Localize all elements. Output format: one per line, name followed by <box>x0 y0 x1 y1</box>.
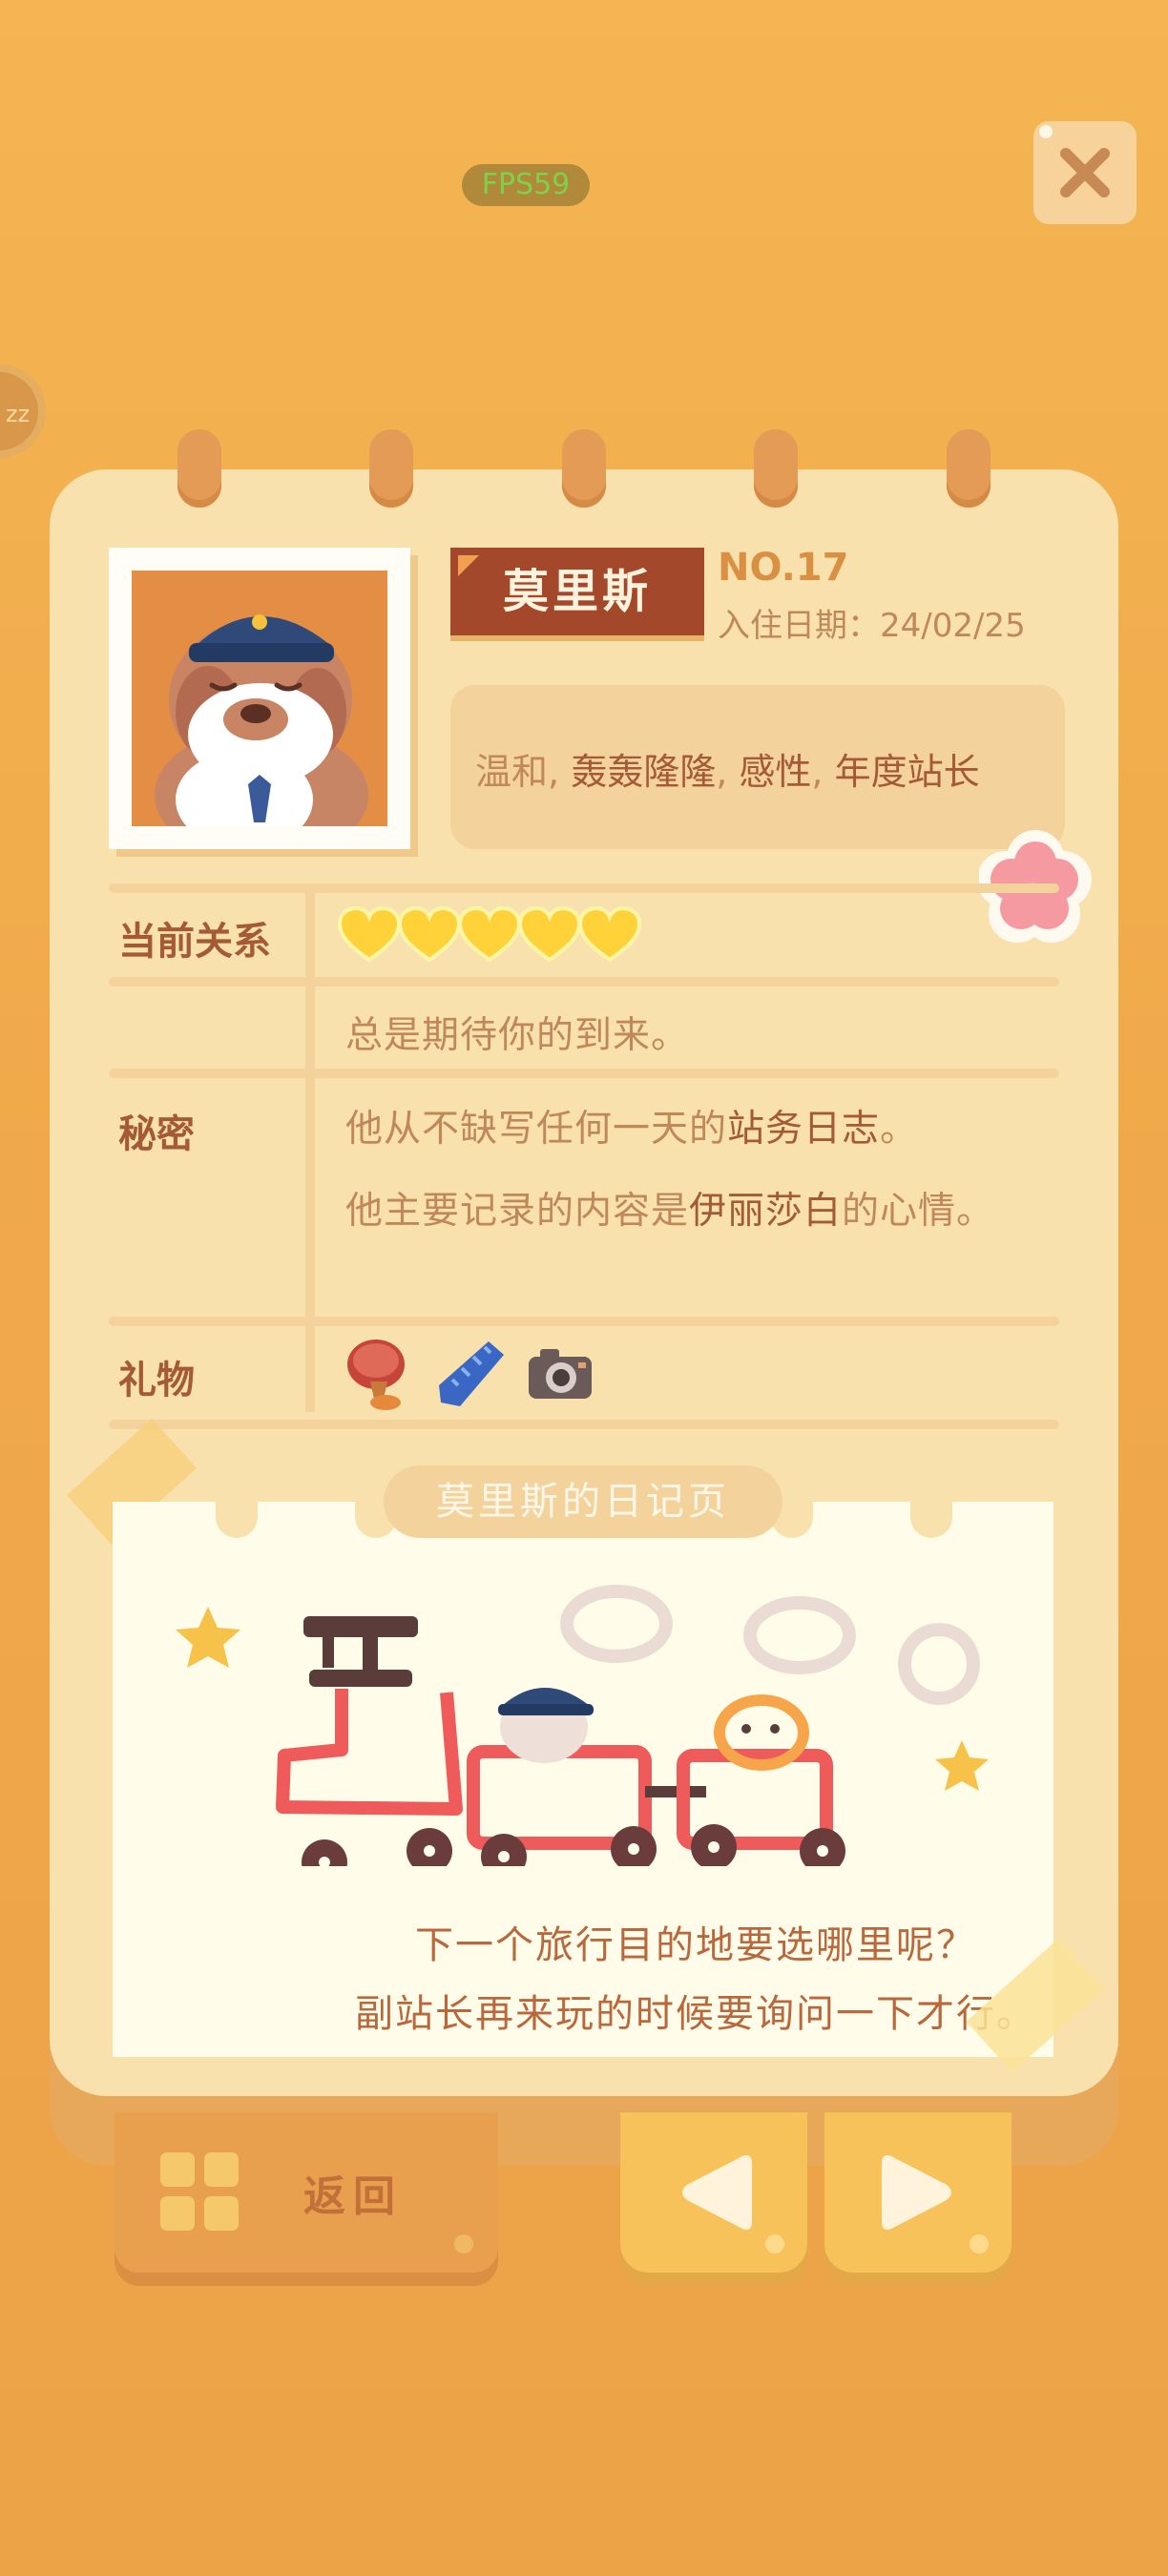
heart-icon <box>578 906 641 963</box>
character-portrait <box>109 548 410 849</box>
character-name: 莫里斯 <box>502 565 652 618</box>
train-drawing <box>176 1585 989 1866</box>
close-button[interactable] <box>1033 121 1137 224</box>
secret-label: 秘密 <box>118 1112 195 1156</box>
traits-box: 温和, 轰轰隆隆, 感性, 年度站长 <box>450 685 1065 849</box>
grid-menu-icon <box>160 2152 242 2234</box>
fps-counter: FPS59 <box>462 164 590 206</box>
back-button[interactable]: 返回 <box>115 2112 498 2273</box>
divider <box>109 1069 1059 1078</box>
heart-icon <box>518 906 581 963</box>
binder-ring <box>562 429 606 508</box>
secret-line-1: 他从不缺写任何一天的站务日志。 <box>345 1108 919 1151</box>
dog-stationmaster-portrait <box>155 614 368 826</box>
diary-notch <box>910 1490 952 1538</box>
necktie-icon[interactable] <box>433 1336 510 1412</box>
next-page-button[interactable] <box>824 2112 1012 2273</box>
back-button-label: 返回 <box>303 2172 403 2221</box>
arrow-left-icon <box>682 2155 752 2230</box>
diary-line-1: 下一个旅行目的地要选哪里呢？ <box>415 1923 976 1967</box>
character-number: NO.17 <box>718 546 849 590</box>
heart-icon <box>398 906 461 963</box>
divider <box>109 883 1059 893</box>
previous-page-button[interactable] <box>620 2112 807 2273</box>
move-in-date: 入住日期：24/02/25 <box>718 607 1026 645</box>
diary-page: 下一个旅行目的地要选哪里呢？ 副站长再来玩的时候要询问一下才行。 <box>113 1502 1053 2057</box>
heart-icon <box>338 906 401 963</box>
arrow-right-icon <box>882 2155 951 2230</box>
close-button-highlight <box>1039 125 1053 138</box>
sleep-badge-label: zz <box>6 401 31 427</box>
traits-text: 温和, 轰轰隆隆, 感性, 年度站长 <box>475 751 980 793</box>
relationship-status-text: 总是期待你的到来。 <box>345 1014 690 1057</box>
gifts-label: 礼物 <box>118 1359 195 1402</box>
binder-ring <box>177 429 221 508</box>
binder-ring <box>754 429 798 508</box>
divider <box>109 1317 1059 1326</box>
column-divider <box>305 893 315 1412</box>
camera-icon[interactable] <box>523 1336 599 1412</box>
secret-line-2: 他主要记录的内容是伊丽莎白的心情。 <box>345 1190 995 1233</box>
divider <box>109 1420 1059 1429</box>
side-sleep-badge[interactable]: zz <box>0 364 46 458</box>
character-name-tag: 莫里斯 <box>450 548 704 635</box>
divider <box>109 977 1059 987</box>
stamp-icon[interactable] <box>342 1336 418 1412</box>
relationship-label: 当前关系 <box>118 920 271 964</box>
diary-title: 莫里斯的日记页 <box>384 1465 782 1538</box>
heart-icon <box>458 906 521 963</box>
binder-ring <box>947 429 991 508</box>
binder-ring <box>369 429 413 508</box>
close-icon <box>1060 148 1110 197</box>
diary-notch <box>216 1490 258 1538</box>
